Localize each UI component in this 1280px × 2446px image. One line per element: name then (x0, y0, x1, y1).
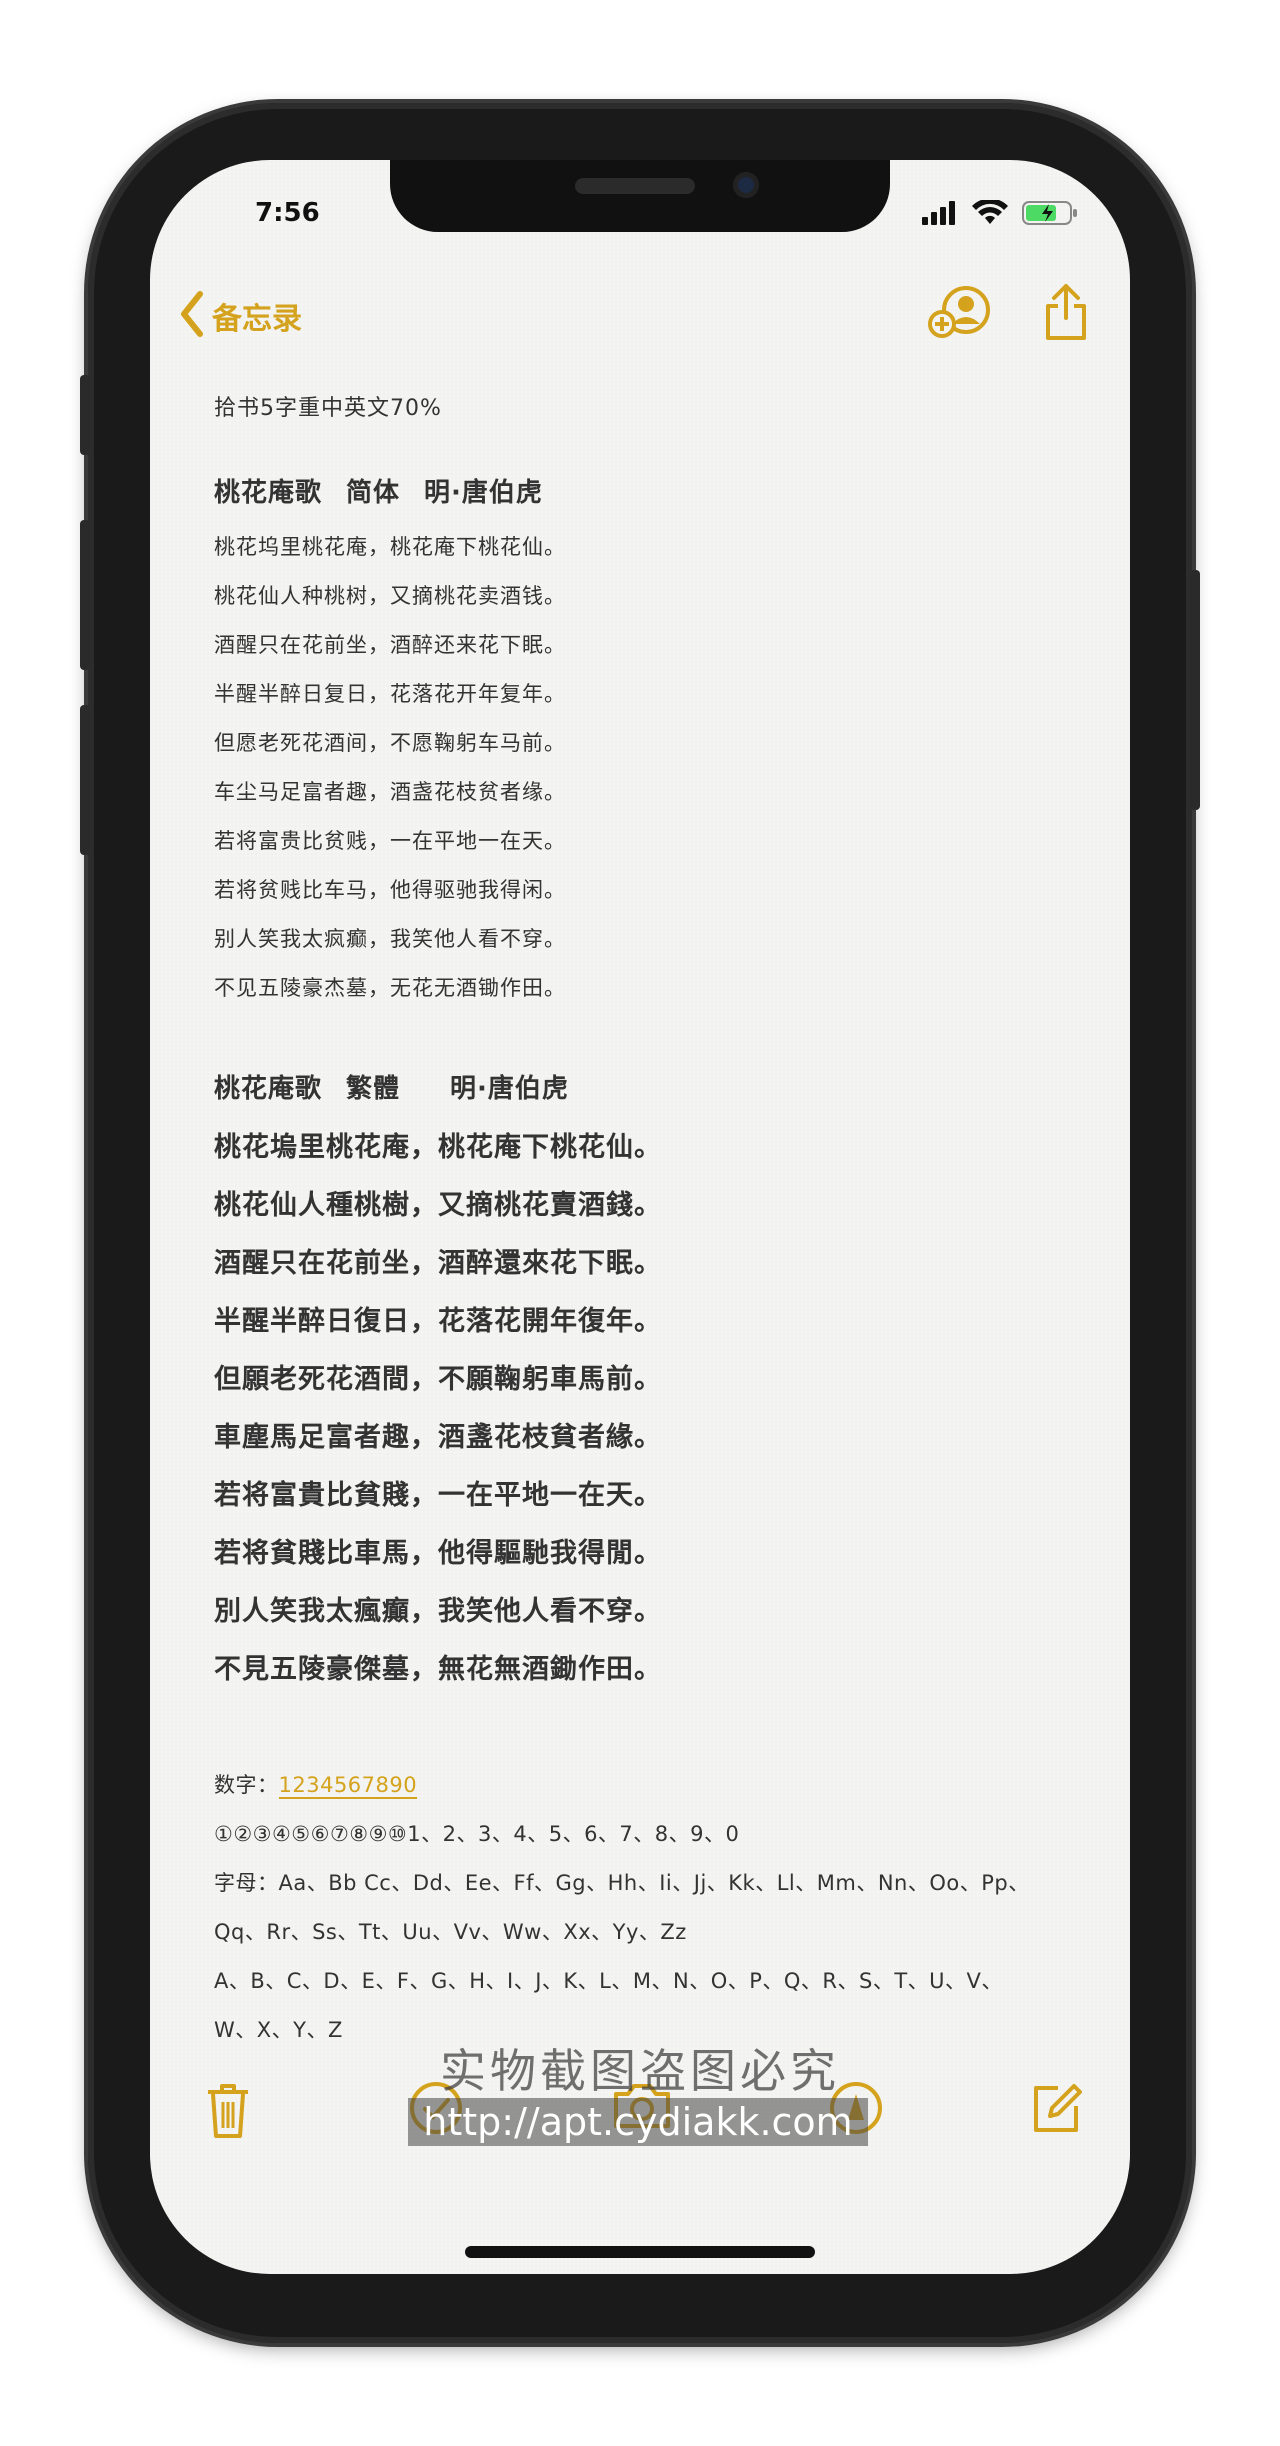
compose-icon[interactable] (1028, 2080, 1084, 2140)
volume-down-button (80, 705, 90, 855)
share-icon[interactable] (1042, 282, 1090, 346)
simplified-poem: 桃花坞里桃花庵，桃花庵下桃花仙。 桃花仙人种桃树，又摘桃花卖酒钱。 酒醒只在花前… (214, 523, 1080, 1013)
numbers-link[interactable]: 1234567890 (278, 1773, 418, 1799)
watermark-text: 实物截图盗图必究 (440, 2044, 840, 2098)
poem-line: 桃花坞里桃花庵，桃花庵下桃花仙。 (214, 535, 566, 559)
poem-line: 但愿老死花酒间，不愿鞠躬车马前。 (214, 731, 566, 755)
home-indicator[interactable] (465, 2246, 815, 2258)
traditional-title-line: 桃花庵歌 繁體 明·唐伯虎 (214, 1068, 1080, 1105)
status-icons (922, 198, 1078, 230)
simplified-title-line: 桃花庵歌 简体 明·唐伯虎 (214, 472, 1080, 509)
numbers-label: 数字： (214, 1773, 279, 1797)
circled-row: ①②③④⑤⑥⑦⑧⑨⑩1、2、3、4、5、6、7、8、9、0 (214, 1822, 740, 1846)
letters-row: Qq、Rr、Ss、Tt、Uu、Vv、Ww、Xx、Yy、Zz (214, 1920, 687, 1944)
poem-line: 別人笑我太瘋癲，我笑他人看不穿。 (214, 1596, 662, 1627)
poem-line: 桃花塢里桃花庵，桃花庵下桃花仙。 (214, 1132, 662, 1163)
simplified-author: 明·唐伯虎 (424, 478, 543, 508)
front-camera (733, 172, 759, 198)
traditional-poem: 桃花塢里桃花庵，桃花庵下桃花仙。 桃花仙人種桃樹，又摘桃花賣酒錢。 酒醒只在花前… (214, 1119, 1080, 1699)
battery-icon (1022, 200, 1078, 230)
simplified-tag: 简体 (346, 478, 401, 508)
charset-section: 数字：1234567890 ①②③④⑤⑥⑦⑧⑨⑩1、2、3、4、5、6、7、8、… (214, 1761, 1080, 2055)
wifi-icon (972, 198, 1008, 230)
traditional-author: 明·唐伯虎 (450, 1074, 569, 1104)
volume-up-button (80, 520, 90, 670)
simplified-title: 桃花庵歌 (214, 478, 323, 508)
poem-line: 車塵馬足富者趣，酒盞花枝貧者緣。 (214, 1422, 662, 1453)
poem-line: 半醒半醉日复日，花落花开年复年。 (214, 682, 566, 706)
chevron-left-icon (178, 290, 206, 342)
uppercase-row: A、B、C、D、E、F、G、H、I、J、K、L、M、N、O、P、Q、R、S、T、… (214, 1969, 1003, 1993)
numbers-row: 数字：1234567890 (214, 1761, 1080, 1810)
status-time: 7:56 (255, 198, 320, 228)
watermark-url: http://apt.cydiakk.com (408, 2098, 868, 2146)
poem-line: 桃花仙人種桃樹，又摘桃花賣酒錢。 (214, 1190, 662, 1221)
poem-line: 酒醒只在花前坐，酒醉還來花下眠。 (214, 1248, 662, 1279)
poem-line: 但願老死花酒間，不願鞠躬車馬前。 (214, 1364, 662, 1395)
letters-row: 字母：Aa、Bb Cc、Dd、Ee、Ff、Gg、Hh、Ii、Jj、Kk、Ll、M… (214, 1871, 1030, 1895)
poem-line: 车尘马足富者趣，酒盏花枝贫者缘。 (214, 780, 566, 804)
poem-line: 不見五陵豪傑墓，無花無酒鋤作田。 (214, 1654, 662, 1685)
poem-line: 若将富貴比貧賤，一在平地一在天。 (214, 1480, 662, 1511)
traditional-tag: 繁體 (346, 1074, 401, 1104)
nav-actions (928, 282, 1090, 346)
poem-line: 若将貧賤比車馬，他得驅馳我得閒。 (214, 1538, 662, 1569)
poem-line: 若将贫贱比车马，他得驱驰我得闲。 (214, 878, 566, 902)
add-person-icon[interactable] (928, 284, 994, 344)
power-button (1190, 570, 1200, 810)
screen: 7:56 备忘录 拾书5字重中英文70% 桃花庵歌简体明·唐伯虎 桃花坞里桃 (150, 160, 1130, 2274)
speaker (575, 178, 695, 194)
poem-line: 若将富贵比贫贱，一在平地一在天。 (214, 829, 566, 853)
traditional-title: 桃花庵歌 (214, 1074, 323, 1104)
note-body[interactable]: 拾书5字重中英文70% 桃花庵歌 简体 明·唐伯虎 桃花坞里桃花庵，桃花庵下桃花仙。… (214, 390, 1080, 2055)
trash-icon[interactable] (204, 2080, 252, 2144)
notch (390, 160, 890, 232)
signal-icon (922, 201, 958, 229)
poem-line: 酒醒只在花前坐，酒醉还来花下眠。 (214, 633, 566, 657)
back-button[interactable]: 备忘录 (178, 290, 302, 342)
poem-line: 别人笑我太疯癫，我笑他人看不穿。 (214, 927, 566, 951)
back-label: 备忘录 (212, 302, 302, 337)
poem-line: 半醒半醉日復日，花落花開年復年。 (214, 1306, 662, 1337)
poem-line: 不见五陵豪杰墓，无花无酒锄作田。 (214, 976, 566, 1000)
mute-switch (80, 375, 90, 455)
note-header: 拾书5字重中英文70% (214, 396, 442, 421)
poem-line: 桃花仙人种桃树，又摘桃花卖酒钱。 (214, 584, 566, 608)
